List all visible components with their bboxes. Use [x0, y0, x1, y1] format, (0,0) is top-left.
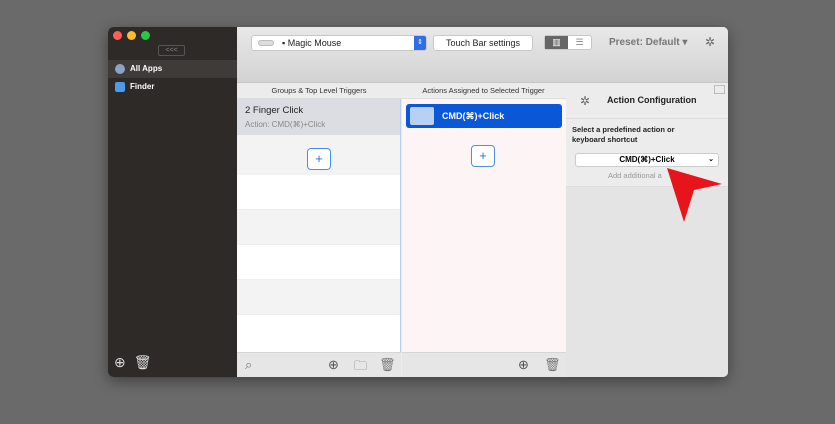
red-arrow-annotation [667, 168, 722, 222]
arrow-pointer [667, 168, 722, 222]
